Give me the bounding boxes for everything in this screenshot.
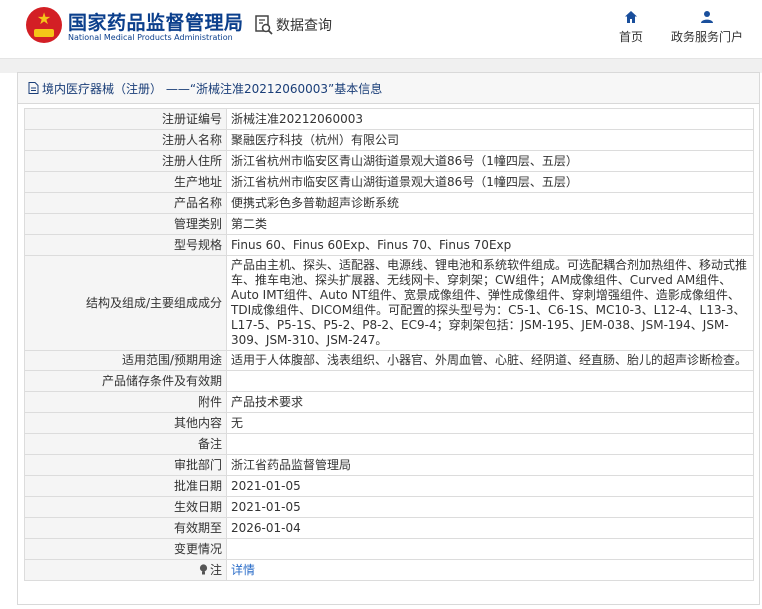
table-row: 适用范围/预期用途 适用于人体腹部、浅表组织、小器官、外周血管、心脏、经阴道、经… (24, 350, 754, 371)
table-row: 产品名称 便携式彩色多普勒超声诊断系统 (24, 192, 754, 214)
table-row: 变更情况 (24, 538, 754, 560)
row-value: 浙江省杭州市临安区青山湖街道景观大道86号（1幢四层、五层） (226, 150, 754, 172)
user-icon (701, 11, 713, 23)
table-row: 其他内容 无 (24, 412, 754, 434)
table-row: 注册人名称 聚融医疗科技（杭州）有限公司 (24, 129, 754, 151)
table-row: 结构及组成/主要组成成分 产品由主机、探头、适配器、电源线、锂电池和系统软件组成… (24, 255, 754, 351)
home-icon (625, 11, 637, 23)
nav-portal-label: 政务服务门户 (670, 30, 743, 44)
detail-panel: 境内医疗器械（注册） ——“浙械注准20212060003”基本信息 注册证编号… (17, 72, 760, 605)
table-row: 型号规格 Finus 60、Finus 60Exp、Finus 70、Finus… (24, 234, 754, 256)
row-value: 浙械注准20212060003 (226, 108, 754, 130)
table-row: 有效期至 2026-01-04 (24, 517, 754, 539)
nav-service-portal[interactable]: 政务服务门户 (668, 10, 746, 45)
brand-title: 国家药品监督管理局 (68, 12, 244, 34)
content-gap (0, 59, 762, 73)
row-value: 产品由主机、探头、适配器、电源线、锂电池和系统软件组成。可选配耦合剂加热组件、移… (226, 255, 754, 351)
row-value: 便携式彩色多普勒超声诊断系统 (226, 192, 754, 214)
panel-title: 境内医疗器械（注册） ——“浙械注准20212060003”基本信息 (42, 81, 383, 96)
document-icon (28, 82, 39, 94)
row-value: 浙江省药品监督管理局 (226, 454, 754, 476)
details-link[interactable]: 详情 (231, 563, 255, 577)
row-value: 适用于人体腹部、浅表组织、小器官、外周血管、心脏、经阴道、经直肠、胎儿的超声诊断… (226, 350, 754, 371)
data-query-link[interactable]: 数据查询 (255, 15, 332, 35)
row-value: 产品技术要求 (226, 391, 754, 413)
table-row: 产品储存条件及有效期 (24, 370, 754, 392)
table-row: 注册人住所 浙江省杭州市临安区青山湖街道景观大道86号（1幢四层、五层） (24, 150, 754, 172)
row-value: 浙江省杭州市临安区青山湖街道景观大道86号（1幢四层、五层） (226, 171, 754, 193)
table-row: 附件 产品技术要求 (24, 391, 754, 413)
row-value (226, 433, 754, 455)
table-row: 备注 (24, 433, 754, 455)
panel-title-bar: 境内医疗器械（注册） ——“浙械注准20212060003”基本信息 (18, 73, 759, 104)
row-label: 附件 (24, 391, 227, 413)
row-value (226, 370, 754, 392)
row-value (226, 538, 754, 560)
national-emblem-icon: ★ (26, 7, 62, 43)
row-label: 产品储存条件及有效期 (24, 370, 227, 392)
table-row: 审批部门 浙江省药品监督管理局 (24, 454, 754, 476)
row-label: 有效期至 (24, 517, 227, 539)
row-label: 结构及组成/主要组成成分 (24, 255, 227, 351)
detail-table: 注册证编号 浙械注准20212060003 注册人名称 聚融医疗科技（杭州）有限… (24, 108, 754, 581)
row-value: 聚融医疗科技（杭州）有限公司 (226, 129, 754, 151)
row-label: 变更情况 (24, 538, 227, 560)
row-value: 无 (226, 412, 754, 434)
site-header: ★ 国家药品监督管理局 National Medical Products Ad… (0, 0, 762, 58)
row-value: 2021-01-05 (226, 475, 754, 497)
row-label: 生效日期 (24, 496, 227, 518)
table-row: 生效日期 2021-01-05 (24, 496, 754, 518)
row-label: 注册人住所 (24, 150, 227, 172)
row-label: 审批部门 (24, 454, 227, 476)
row-label: 产品名称 (24, 192, 227, 214)
row-label: 批准日期 (24, 475, 227, 497)
note-label: 注 (209, 562, 222, 577)
row-value: 2026-01-04 (226, 517, 754, 539)
table-row: 注册证编号 浙械注准20212060003 (24, 108, 754, 130)
data-query-label: 数据查询 (276, 18, 332, 34)
row-label: 生产地址 (24, 171, 227, 193)
row-value: 2021-01-05 (226, 496, 754, 518)
row-value: Finus 60、Finus 60Exp、Finus 70、Finus 70Ex… (226, 234, 754, 256)
row-label: 型号规格 (24, 234, 227, 256)
row-value: 第二类 (226, 213, 754, 235)
row-value: 详情 (226, 559, 754, 581)
row-label: 注册人名称 (24, 129, 227, 151)
nav-home-label: 首页 (618, 30, 643, 44)
row-label: 适用范围/预期用途 (24, 350, 227, 371)
lightbulb-icon (199, 563, 208, 574)
nav-home[interactable]: 首页 (616, 10, 646, 45)
document-search-icon (255, 15, 273, 35)
row-label: 备注 (24, 433, 227, 455)
row-label: 其他内容 (24, 412, 227, 434)
row-label: 管理类别 (24, 213, 227, 235)
table-row: 注 详情 (24, 559, 754, 581)
table-row: 管理类别 第二类 (24, 213, 754, 235)
row-label: 注册证编号 (24, 108, 227, 130)
note-label-cell: 注 (24, 559, 227, 581)
brand-subtitle: National Medical Products Administration (68, 33, 233, 42)
table-row: 生产地址 浙江省杭州市临安区青山湖街道景观大道86号（1幢四层、五层） (24, 171, 754, 193)
table-row: 批准日期 2021-01-05 (24, 475, 754, 497)
